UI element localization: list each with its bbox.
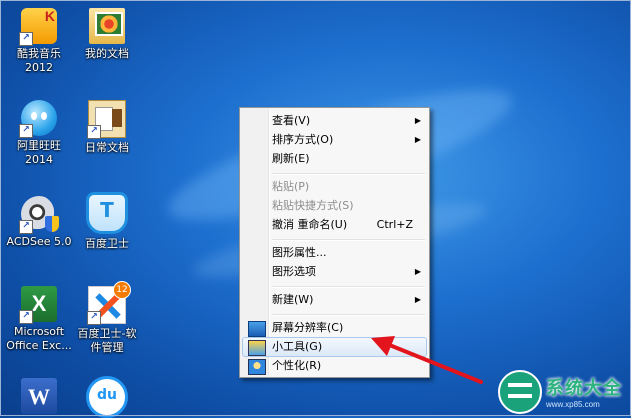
desktop-icon-word[interactable]: W	[4, 378, 74, 414]
menu-item-new[interactable]: 新建(W) ▶	[242, 290, 427, 310]
watermark-title: 系统大全	[546, 378, 622, 399]
menu-item-label: 撤消 重命名(U)	[272, 218, 348, 231]
menu-item-label: 排序方式(O)	[272, 133, 334, 146]
desktop-icon-label: 百度卫士	[85, 237, 129, 250]
shortcut-arrow-icon: ↗	[19, 32, 33, 46]
desktop-icon-my-documents[interactable]: 我的文档	[72, 8, 142, 61]
menu-item-label: 屏幕分辨率(C)	[272, 321, 344, 334]
word-icon: W	[21, 378, 57, 414]
menu-separator	[272, 239, 425, 241]
screen-resolution-icon	[248, 321, 266, 337]
submenu-arrow-icon: ▶	[414, 295, 421, 304]
desktop-icon-label: 日常文档	[85, 141, 129, 154]
desktop-icon-label: Microsoft Office Exc...	[6, 325, 72, 352]
desktop-icon-baidu-software-manager[interactable]: 12 ↗ 百度卫士-软 件管理	[72, 281, 142, 355]
menu-item-label: 新建(W)	[272, 293, 314, 306]
baidu-guard-shield-icon: T	[86, 192, 128, 234]
daily-documents-icon: ↗	[87, 100, 126, 139]
submenu-arrow-icon: ▶	[414, 116, 421, 125]
submenu-arrow-icon: ▶	[414, 267, 421, 276]
desktop-icon-acdsee[interactable]: ↗ ACDSee 5.0	[4, 196, 74, 249]
desktop-icon-label: 我的文档	[85, 47, 129, 60]
desktop-icon-label: 酷我音乐 2012	[17, 47, 61, 74]
shortcut-arrow-icon: ↗	[87, 311, 101, 325]
menu-item-label: 个性化(R)	[272, 359, 322, 372]
desktop-icon-baidu-du[interactable]: du	[72, 376, 142, 418]
desktop-icon-kuwo-music[interactable]: K ↗ 酷我音乐 2012	[4, 8, 74, 75]
menu-item-graphics-options[interactable]: 图形选项 ▶	[242, 262, 427, 282]
menu-item-label: 粘贴快捷方式(S)	[272, 199, 354, 212]
menu-item-label: 图形属性...	[272, 246, 327, 259]
menu-item-graphics-properties[interactable]: 图形属性...	[242, 243, 427, 263]
shortcut-arrow-icon: ↗	[19, 124, 33, 138]
submenu-arrow-icon: ▶	[414, 135, 421, 144]
excel-icon: X ↗	[19, 286, 57, 324]
watermark-logo-icon	[498, 370, 542, 414]
my-documents-icon	[89, 8, 125, 44]
software-manager-icon: 12 ↗	[87, 281, 131, 325]
desktop-icon-label: ACDSee 5.0	[6, 235, 72, 248]
desktop-icon-daily-documents[interactable]: ↗ 日常文档	[72, 100, 142, 155]
desktop-icon-label: 百度卫士-软 件管理	[77, 327, 137, 354]
gadgets-icon	[248, 340, 266, 356]
menu-item-label: 刷新(E)	[272, 152, 310, 165]
aliwangwang-icon: ↗	[19, 100, 57, 138]
menu-item-undo-rename[interactable]: 撤消 重命名(U) Ctrl+Z	[242, 215, 427, 235]
menu-item-paste-shortcut[interactable]: 粘贴快捷方式(S)	[242, 196, 427, 216]
kuwo-music-icon: K ↗	[19, 8, 57, 46]
personalize-icon	[248, 359, 266, 375]
menu-item-paste[interactable]: 粘贴(P)	[242, 177, 427, 197]
acdsee-eye-icon: ↗	[19, 196, 59, 234]
shortcut-arrow-icon: ↗	[19, 310, 33, 324]
menu-separator	[272, 286, 425, 288]
red-pointer-arrow-icon	[371, 336, 483, 384]
site-watermark: 系统大全 www.xp85.com	[476, 358, 631, 416]
shortcut-arrow-icon: ↗	[87, 125, 101, 139]
menu-separator	[272, 173, 425, 175]
desktop-icon-label: 阿里旺旺 2014	[17, 139, 61, 166]
desktop-icon-excel[interactable]: X ↗ Microsoft Office Exc...	[4, 286, 74, 353]
watermark-url: www.xp85.com	[546, 400, 600, 409]
shortcut-arrow-icon: ↗	[19, 220, 33, 234]
desktop-icon-baidu-guard[interactable]: T 百度卫士	[72, 192, 142, 251]
menu-item-label: 小工具(G)	[272, 340, 323, 353]
menu-item-label: 图形选项	[272, 265, 316, 278]
menu-item-label: 查看(V)	[272, 114, 311, 127]
update-count-badge: 12	[113, 281, 131, 299]
menu-item-sort-by[interactable]: 排序方式(O) ▶	[242, 130, 427, 150]
uac-shield-icon	[45, 216, 59, 232]
baidu-du-icon: du	[86, 376, 128, 418]
menu-separator	[272, 314, 425, 316]
menu-item-shortcut: Ctrl+Z	[376, 218, 413, 231]
menu-item-label: 粘贴(P)	[272, 180, 310, 193]
menu-item-view[interactable]: 查看(V) ▶	[242, 111, 427, 131]
desktop-icon-aliwangwang[interactable]: ↗ 阿里旺旺 2014	[4, 100, 74, 167]
menu-item-refresh[interactable]: 刷新(E)	[242, 149, 427, 169]
